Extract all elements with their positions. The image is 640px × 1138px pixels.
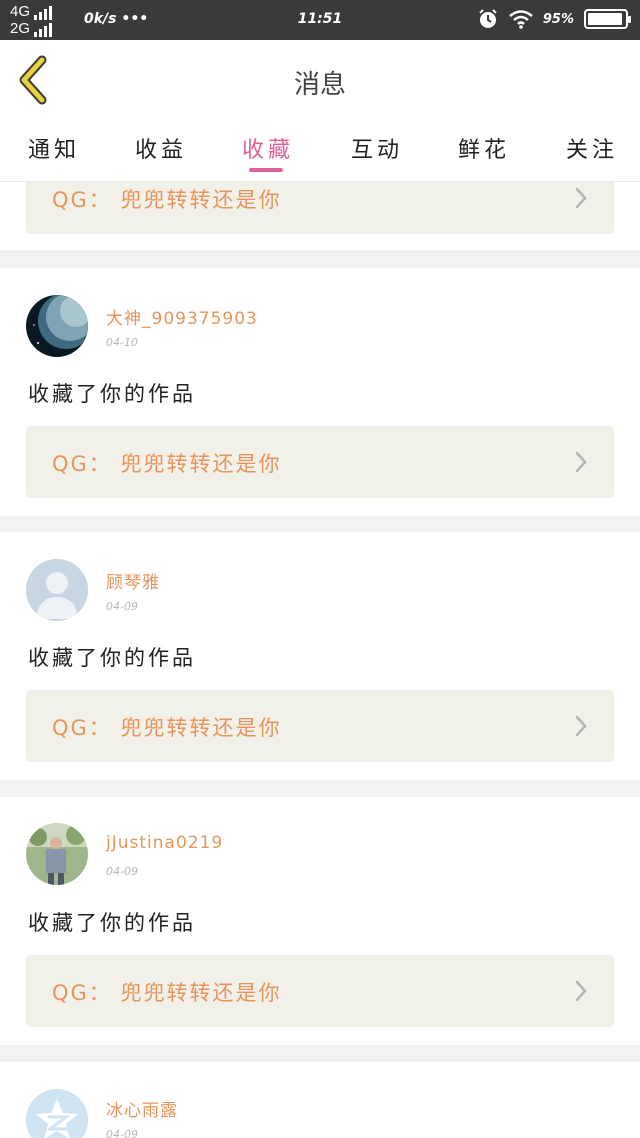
tab-earnings[interactable]: 收益 (135, 132, 187, 164)
wifi-icon (509, 10, 533, 29)
page-title: 消息 (293, 70, 346, 100)
work-link[interactable]: QG： 兜兜转转还是你 (26, 182, 614, 234)
message-date: 04-09 (106, 865, 138, 878)
tab-following[interactable]: 关注 (566, 132, 618, 164)
username[interactable]: 冰心雨露 (106, 1096, 178, 1121)
user-avatar[interactable] (26, 295, 88, 357)
qzone-avatar-icon (26, 1089, 88, 1138)
tab-interactions[interactable]: 互动 (351, 132, 403, 164)
battery-percent: 95% (542, 11, 574, 27)
tab-bar: 通知 收益 收藏 互动 鲜花 关注 (0, 120, 640, 182)
message-action: 收藏了你的作品 (28, 911, 196, 935)
status-bar: 4G 2G 0k/s ••• 11:51 95% (0, 0, 640, 40)
work-title: QG： 兜兜转转还是你 (52, 716, 282, 740)
active-tab-indicator (249, 168, 283, 172)
chevron-right-icon (575, 451, 587, 473)
header: 消息 (0, 40, 640, 120)
username[interactable]: 大神_909375903 (106, 304, 258, 329)
message-action: 收藏了你的作品 (28, 382, 196, 406)
alarm-icon (479, 9, 497, 28)
battery-icon (584, 9, 631, 29)
user-avatar[interactable] (26, 559, 88, 621)
chevron-right-icon (575, 980, 587, 1002)
message-card: 大神_909375903 04-10 收藏了你的作品 QG： 兜兜转转还是你 (0, 268, 640, 516)
tab-notifications[interactable]: 通知 (28, 132, 80, 164)
message-card: jJustina0219 04-09 收藏了你的作品 QG： 兜兜转转还是你 (0, 797, 640, 1045)
chevron-right-icon (575, 187, 587, 209)
username[interactable]: jJustina0219 (106, 833, 223, 853)
work-title: QG： 兜兜转转还是你 (52, 452, 282, 476)
username[interactable]: 顾琴雅 (106, 568, 160, 593)
work-link[interactable]: QG： 兜兜转转还是你 (26, 955, 614, 1027)
tab-favorites[interactable]: 收藏 (242, 132, 294, 164)
message-card: 顾琴雅 04-09 收藏了你的作品 QG： 兜兜转转还是你 (0, 532, 640, 780)
work-title: QG： 兜兜转转还是你 (52, 188, 282, 212)
message-card: 冰心雨露 04-09 (0, 1062, 640, 1138)
message-date: 04-10 (106, 336, 138, 349)
photo-avatar-icon (26, 823, 88, 885)
user-avatar[interactable] (26, 1089, 88, 1138)
user-avatar[interactable] (26, 823, 88, 885)
message-date: 04-09 (106, 600, 138, 613)
planet-avatar-icon (26, 295, 88, 357)
chevron-right-icon (575, 715, 587, 737)
message-card: QG： 兜兜转转还是你 (0, 182, 640, 250)
work-title: QG： 兜兜转转还是你 (52, 981, 282, 1005)
message-action: 收藏了你的作品 (28, 646, 196, 670)
tab-flowers[interactable]: 鲜花 (458, 132, 510, 164)
work-link[interactable]: QG： 兜兜转转还是你 (26, 690, 614, 762)
message-date: 04-09 (106, 1128, 138, 1138)
default-person-icon (26, 559, 88, 621)
work-link[interactable]: QG： 兜兜转转还是你 (26, 426, 614, 498)
message-list[interactable]: QG： 兜兜转转还是你 大神_909375903 04-10 收藏了你的作品 Q… (0, 182, 640, 1138)
